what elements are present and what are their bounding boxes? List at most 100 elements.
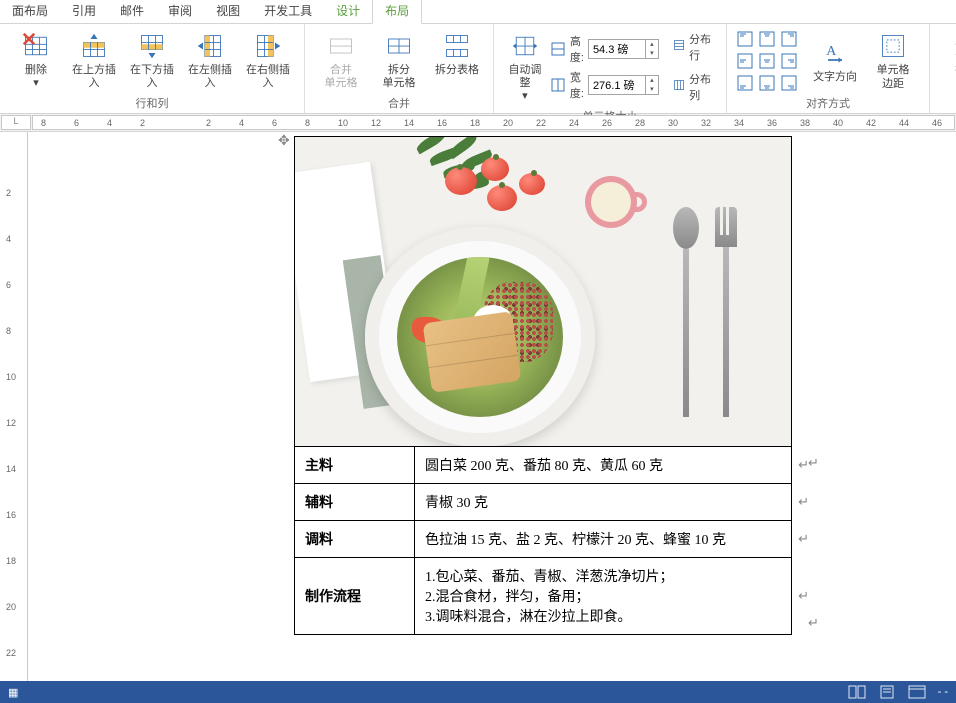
insert-below-icon — [136, 30, 168, 62]
paragraph-mark: ↵ — [808, 616, 819, 631]
align-mid-center[interactable] — [757, 51, 777, 71]
insert-below-label: 在下方插入 — [126, 64, 178, 90]
ruler-vertical[interactable]: 246810121416182022 — [0, 132, 28, 681]
svg-text:A: A — [826, 44, 837, 59]
view-read-mode[interactable] — [848, 685, 866, 699]
height-label: 高度: — [570, 33, 584, 65]
recipe-value[interactable]: 1.包心菜、番茄、青椒、洋葱洗净切片； 2.混合食材，拌匀，备用； 3.调味料混… — [415, 558, 792, 635]
sort-button[interactable]: AZ 排序 — [938, 28, 956, 79]
tab-mailings[interactable]: 邮件 — [108, 0, 156, 23]
recipe-value[interactable]: 色拉油 15 克、盐 2 克、柠檬汁 20 克、蜂蜜 10 克↵ — [415, 521, 792, 558]
split-cells-button[interactable]: 拆分 单元格 — [371, 28, 427, 92]
tab-developer[interactable]: 开发工具 — [252, 0, 324, 23]
distribute-rows-icon — [673, 39, 685, 55]
view-print-layout[interactable] — [878, 685, 896, 699]
ribbon-group-rows-cols: 删除▾ 在上方插入 在下方插入 在左侧插入 在右侧插入 行和列 — [0, 24, 305, 113]
text-direction-button[interactable]: A 文字方向 — [807, 35, 863, 86]
width-up[interactable]: ▴ — [646, 76, 658, 85]
merge-cells-icon — [325, 30, 357, 62]
recipe-value[interactable]: 圆白菜 200 克、番茄 80 克、黄瓜 60 克↵ — [415, 447, 792, 484]
distribute-rows-button[interactable]: 分布行 — [669, 29, 718, 65]
recipe-food-illustration — [295, 137, 791, 446]
ribbon-group-merge: 合并 单元格 拆分 单元格 拆分表格 合并 — [305, 24, 494, 113]
text-direction-icon: A — [819, 37, 851, 69]
page-scroll[interactable]: ✥ — [28, 132, 956, 681]
tab-page-layout[interactable]: 面布局 — [0, 0, 60, 23]
table-row: 调料 色拉油 15 克、盐 2 克、柠檬汁 20 克、蜂蜜 10 克↵ — [295, 521, 792, 558]
zoom-indicator[interactable]: - - — [938, 686, 948, 698]
width-spinner[interactable]: ▴▾ — [588, 75, 659, 95]
group-merge-title: 合并 — [313, 95, 485, 111]
height-down[interactable]: ▾ — [646, 49, 658, 58]
tab-layout[interactable]: 布局 — [372, 0, 422, 24]
align-bot-center[interactable] — [757, 73, 777, 93]
alignment-grid — [735, 29, 799, 93]
distribute-cols-button[interactable]: 分布列 — [669, 69, 718, 105]
row-height-icon — [550, 41, 566, 57]
width-input[interactable] — [589, 79, 645, 91]
recipe-image-cell[interactable] — [295, 137, 792, 447]
insert-above-button[interactable]: 在上方插入 — [66, 28, 122, 92]
ribbon: 删除▾ 在上方插入 在下方插入 在左侧插入 在右侧插入 行和列 — [0, 24, 956, 114]
split-table-label: 拆分表格 — [435, 64, 479, 77]
recipe-label[interactable]: 调料 — [295, 521, 415, 558]
ruler-horizontal-area: L 86422468101214161820222426283032343638… — [0, 114, 956, 132]
split-cells-label: 拆分 单元格 — [383, 64, 416, 90]
ribbon-group-data: AZ 排序 f — [930, 24, 956, 113]
status-macro-icon[interactable]: ▦ — [8, 687, 18, 699]
align-mid-right[interactable] — [779, 51, 799, 71]
align-top-right[interactable] — [779, 29, 799, 49]
height-input[interactable] — [589, 43, 645, 55]
insert-left-label: 在左侧插入 — [184, 64, 236, 90]
autofit-button[interactable]: 自动调整▾ — [502, 28, 548, 106]
col-width-icon — [550, 77, 566, 93]
recipe-label[interactable]: 制作流程 — [295, 558, 415, 635]
merge-cells-label: 合并 单元格 — [325, 64, 358, 90]
status-bar: ▦ - - — [0, 681, 956, 703]
align-bot-left[interactable] — [735, 73, 755, 93]
tab-view[interactable]: 视图 — [204, 0, 252, 23]
autofit-label: 自动调整▾ — [504, 64, 546, 104]
insert-below-button[interactable]: 在下方插入 — [124, 28, 180, 92]
height-up[interactable]: ▴ — [646, 40, 658, 49]
tab-references[interactable]: 引用 — [60, 0, 108, 23]
merge-cells-button[interactable]: 合并 单元格 — [313, 28, 369, 92]
ribbon-group-alignment: A 文字方向 单元格 边距 对齐方式 — [727, 24, 930, 113]
text-direction-label: 文字方向 — [813, 71, 857, 84]
cell-margins-button[interactable]: 单元格 边距 — [865, 28, 921, 92]
cell-margins-label: 单元格 边距 — [877, 64, 910, 90]
table-row: 制作流程 1.包心菜、番茄、青椒、洋葱洗净切片； 2.混合食材，拌匀，备用； 3… — [295, 558, 792, 635]
tab-review[interactable]: 审阅 — [156, 0, 204, 23]
paragraph-mark: ↵ — [798, 494, 809, 510]
autofit-icon — [509, 30, 541, 62]
recipe-label[interactable]: 主料 — [295, 447, 415, 484]
align-mid-left[interactable] — [735, 51, 755, 71]
align-top-center[interactable] — [757, 29, 777, 49]
distribute-rows-label: 分布行 — [689, 31, 714, 63]
split-table-button[interactable]: 拆分表格 — [429, 28, 485, 79]
ruler-horizontal[interactable]: 8642246810121416182022242628303234363840… — [32, 115, 955, 130]
document-area: 246810121416182022 ✥ — [0, 132, 956, 681]
insert-left-button[interactable]: 在左侧插入 — [182, 28, 238, 92]
ruler-corner[interactable]: L — [1, 115, 31, 130]
delete-table-icon — [20, 30, 52, 62]
align-bot-right[interactable] — [779, 73, 799, 93]
tab-design[interactable]: 设计 — [324, 0, 372, 23]
height-spinner[interactable]: ▴▾ — [588, 39, 659, 59]
insert-above-label: 在上方插入 — [68, 64, 120, 90]
recipe-label[interactable]: 辅料 — [295, 484, 415, 521]
view-web-layout[interactable] — [908, 685, 926, 699]
delete-button[interactable]: 删除▾ — [8, 28, 64, 92]
width-down[interactable]: ▾ — [646, 85, 658, 94]
table-anchor-icon[interactable]: ✥ — [278, 132, 290, 149]
ribbon-group-cell-size: 自动调整▾ 高度: ▴▾ 宽度: ▴▾ — [494, 24, 727, 113]
split-table-icon — [441, 30, 473, 62]
sort-icon: AZ — [950, 30, 956, 62]
recipe-value[interactable]: 青椒 30 克↵ — [415, 484, 792, 521]
delete-label: 删除▾ — [25, 64, 47, 90]
paragraph-mark: ↵ — [798, 588, 809, 604]
table-row: 辅料 青椒 30 克↵ — [295, 484, 792, 521]
recipe-table[interactable]: 主料 圆白菜 200 克、番茄 80 克、黄瓜 60 克↵ 辅料 青椒 30 克… — [294, 136, 792, 635]
insert-right-button[interactable]: 在右侧插入 — [240, 28, 296, 92]
align-top-left[interactable] — [735, 29, 755, 49]
